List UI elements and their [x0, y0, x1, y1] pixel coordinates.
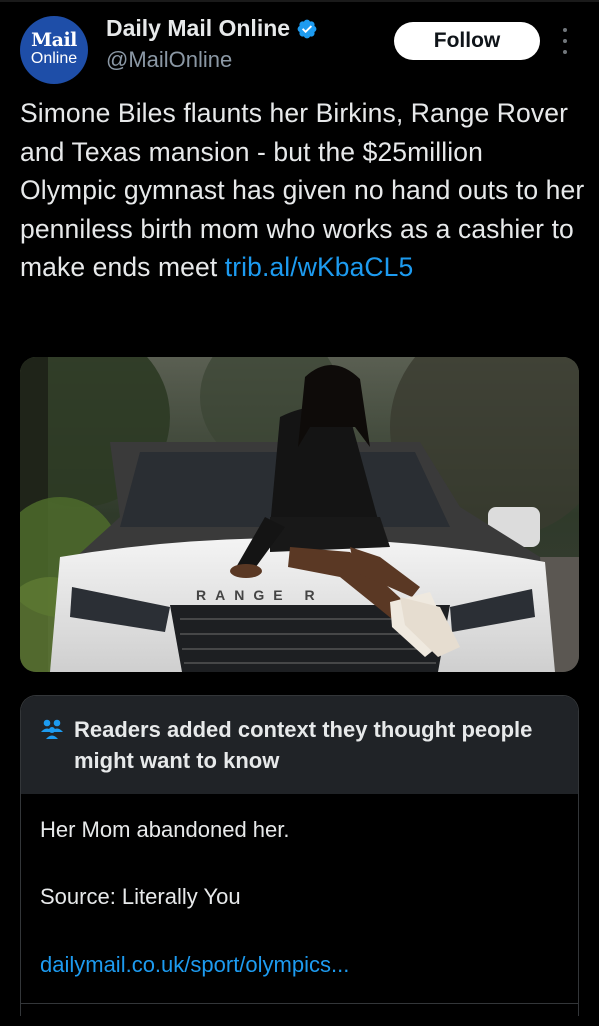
verified-badge-icon [297, 19, 317, 38]
bottom-divider [20, 1003, 578, 1004]
more-options-icon[interactable] [558, 28, 572, 54]
top-divider [0, 0, 599, 2]
photo-illustration: RANGE R [20, 357, 579, 672]
author-name-row[interactable]: Daily Mail Online [106, 15, 318, 42]
community-note-source: Source: Literally You [40, 884, 241, 909]
community-note-body: Her Mom abandoned her. [40, 817, 290, 842]
author-handle[interactable]: @MailOnline [106, 47, 232, 73]
avatar-logo-line2: Online [30, 50, 78, 67]
community-note-link[interactable]: dailymail.co.uk/sport/olympics... [40, 952, 349, 978]
tweet-text: Simone Biles flaunts her Birkins, Range … [20, 94, 585, 287]
follow-button[interactable]: Follow [394, 22, 540, 60]
tweet-image[interactable]: RANGE R [20, 357, 579, 672]
community-note-header[interactable]: Readers added context they thought peopl… [21, 696, 578, 794]
community-note[interactable]: Readers added context they thought peopl… [20, 695, 579, 1016]
community-note-title: Readers added context they thought peopl… [74, 717, 533, 773]
author-display-name[interactable]: Daily Mail Online [106, 15, 290, 42]
tweet-link[interactable]: trib.al/wKbaCL5 [225, 252, 414, 282]
avatar-logo-line1: Mail [31, 29, 77, 51]
people-icon [41, 719, 63, 739]
car-badge-text: RANGE R [196, 587, 324, 603]
avatar[interactable]: Mail Online [20, 16, 88, 84]
